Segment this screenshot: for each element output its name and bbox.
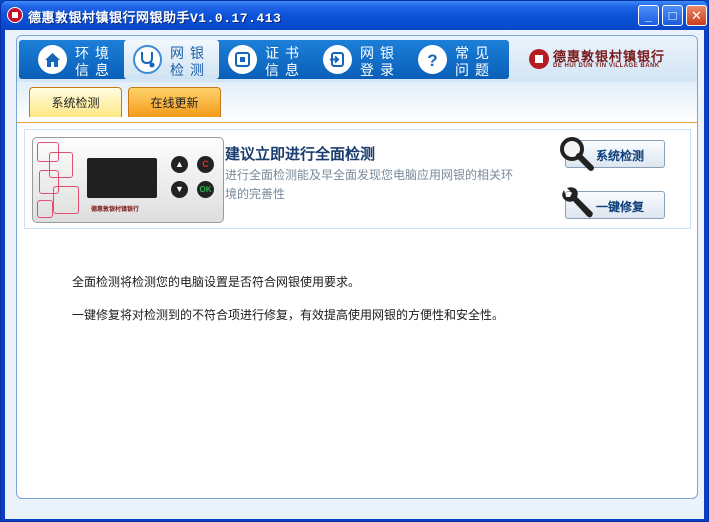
stethoscope-icon: [133, 45, 162, 74]
bank-logo: 德惠敦银村镇银行 DE HUI DUN YIN VILLAGE BANK: [529, 46, 689, 74]
tab-online-update[interactable]: 在线更新: [128, 87, 221, 117]
down-arrow-icon: ▼: [171, 181, 188, 198]
nav-item-env-info[interactable]: 环境 信息: [29, 40, 124, 79]
system-check-button[interactable]: 系统检测: [560, 137, 665, 171]
one-click-repair-button[interactable]: 一键修复: [562, 187, 665, 219]
bank-seal-icon: [529, 49, 549, 69]
main-panel: 环境 信息 网银 检测 证书 信息 网银 登录 ? 常见 问题 德惠敦银村镇银行…: [16, 35, 698, 499]
decoration: [53, 186, 79, 214]
maximize-button[interactable]: □: [662, 5, 683, 26]
decoration: [37, 200, 53, 218]
question-icon: ?: [418, 45, 447, 74]
home-icon: [38, 45, 67, 74]
check-description: 进行全面检测能及早全面发现您电脑应用网银的相关环境的完善性: [225, 168, 514, 201]
up-arrow-icon: ▲: [171, 156, 188, 173]
tab-system-check[interactable]: 系统检测: [29, 87, 122, 117]
close-button[interactable]: ✕: [686, 5, 707, 26]
nav-label-line2: 信息: [265, 62, 305, 78]
window-title: 德惠敦银村镇银行网银助手V1.0.17.413: [28, 11, 282, 26]
nav-item-cert-info[interactable]: 证书 信息: [219, 40, 314, 79]
nav-item-faq[interactable]: ? 常见 问题: [409, 40, 504, 79]
title-bar[interactable]: 德惠敦银村镇银行网银助手V1.0.17.413 _ □ ✕: [1, 1, 708, 30]
check-title: 建议立即进行全面检测: [225, 146, 376, 163]
client-area: 环境 信息 网银 检测 证书 信息 网银 登录 ? 常见 问题 德惠敦银村镇银行…: [5, 30, 704, 519]
device-c-button: C: [197, 156, 214, 173]
wrench-icon: [558, 186, 594, 227]
app-window: 德惠敦银村镇银行网银助手V1.0.17.413 _ □ ✕ 环境 信息 网银 检…: [0, 0, 709, 522]
nav-bar: 环境 信息 网银 检测 证书 信息 网银 登录 ? 常见 问题 德惠敦银村镇银行…: [17, 36, 697, 82]
nav-label-line2: 信息: [75, 62, 115, 78]
info-text-repair: 一键修复将对检测到的不符合项进行修复，有效提高使用网银的方便性和安全性。: [72, 308, 505, 322]
nav-label-line2: 问题: [455, 62, 495, 78]
device-screen: [87, 158, 157, 198]
info-text-check: 全面检测将检测您的电脑设置是否符合网银使用要求。: [72, 275, 361, 289]
usb-key-device-image: ▲ C ▼ OK 德惠敦银村镇银行: [32, 137, 224, 223]
certificate-icon: [228, 45, 257, 74]
sub-tab-bar: 系统检测 在线更新: [17, 82, 697, 123]
svg-text:?: ?: [427, 51, 437, 69]
system-check-label: 系统检测: [596, 149, 645, 163]
nav-label-line2: 登录: [360, 62, 400, 78]
app-logo-icon: [7, 7, 23, 23]
repair-label: 一键修复: [596, 200, 645, 214]
nav-item-bank-login[interactable]: 网银 登录: [314, 40, 409, 79]
login-icon: [323, 45, 352, 74]
minimize-button[interactable]: _: [638, 5, 659, 26]
magnifier-icon: [558, 135, 594, 176]
nav-strip: 环境 信息 网银 检测 证书 信息 网银 登录 ? 常见 问题: [19, 40, 509, 79]
nav-label-line2: 检测: [170, 62, 210, 78]
device-ok-button: OK: [197, 181, 214, 198]
nav-item-bank-check[interactable]: 网银 检测: [124, 40, 219, 79]
check-section: ▲ C ▼ OK 德惠敦银村镇银行 建议立即进行全面检测 进行全面检测能及早全面…: [24, 129, 691, 229]
device-brand-label: 德惠敦银村镇银行: [91, 207, 140, 213]
bank-name-en: DE HUI DUN YIN VILLAGE BANK: [553, 63, 660, 69]
